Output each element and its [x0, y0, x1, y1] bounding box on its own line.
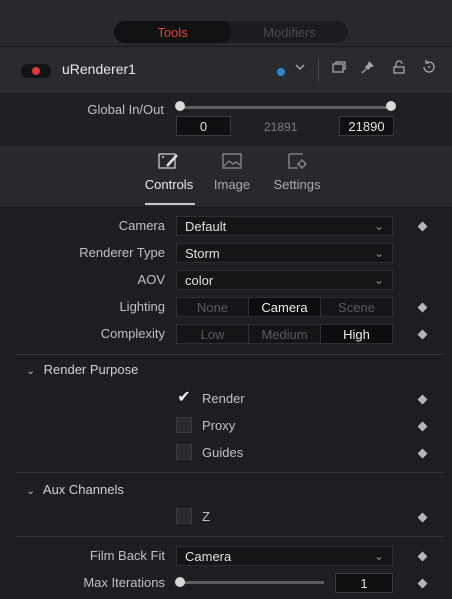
global-range-slider[interactable]: [180, 106, 392, 109]
aov-value: color: [185, 272, 214, 288]
camera-value: Default: [185, 218, 227, 234]
global-in-out-label: Global In/Out: [87, 102, 164, 117]
guides-label: Guides: [202, 445, 244, 460]
active-tab-indicator: [145, 203, 195, 205]
controls-panel: Camera Default ⌄ Renderer Type Storm ⌄ A…: [0, 208, 452, 599]
max-iterations-field[interactable]: 1: [335, 573, 393, 593]
chevron-down-icon: ⌄: [26, 365, 36, 377]
keyframe-diamond-icon[interactable]: [417, 394, 428, 405]
view-tabs: Controls Image Settings: [0, 146, 452, 208]
renderer-type-value: Storm: [185, 245, 220, 261]
tool-tabs: Tools Modifiers: [114, 21, 348, 43]
lighting-option-scene[interactable]: Scene: [321, 298, 392, 316]
section-divider: [16, 472, 444, 473]
reset-icon[interactable]: [419, 59, 439, 78]
aov-label: AOV: [137, 272, 165, 287]
power-toggle-icon[interactable]: [21, 64, 51, 78]
inspector-header: Tools Modifiers: [0, 0, 452, 46]
complexity-option-high[interactable]: High: [321, 325, 392, 343]
guides-checkbox[interactable]: [176, 444, 192, 460]
render-label: Render: [202, 391, 245, 406]
tab-controls[interactable]: Controls: [134, 152, 204, 192]
keyframe-diamond-icon[interactable]: [417, 551, 428, 562]
chevron-down-icon: ⌄: [373, 549, 384, 563]
global-out-field[interactable]: 21890: [339, 116, 394, 136]
keyframe-diamond-icon[interactable]: [417, 221, 428, 232]
titlebar-divider: [318, 60, 319, 82]
keyframe-diamond-icon[interactable]: [417, 578, 428, 589]
lighting-segmented: None Camera Scene: [176, 297, 393, 317]
complexity-label: Complexity: [100, 326, 165, 341]
chevron-down-icon[interactable]: [290, 62, 310, 74]
keyframe-diamond-icon[interactable]: [417, 512, 428, 523]
keyframe-diamond-icon[interactable]: [417, 302, 428, 313]
film-back-fit-label: Film Back Fit: [89, 548, 165, 563]
camera-label: Camera: [118, 218, 165, 233]
keyframe-diamond-icon[interactable]: [417, 329, 428, 340]
renderer-type-dropdown[interactable]: Storm ⌄: [176, 243, 393, 263]
film-back-fit-dropdown[interactable]: Camera ⌄: [176, 546, 393, 566]
camera-dropdown[interactable]: Default ⌄: [176, 216, 393, 236]
tab-controls-label: Controls: [144, 177, 194, 192]
complexity-option-low[interactable]: Low: [177, 325, 249, 343]
section-divider: [16, 354, 444, 355]
max-iterations-label: Max Iterations: [83, 575, 165, 590]
settings-icon: [288, 153, 307, 169]
complexity-segmented: Low Medium High: [176, 324, 393, 344]
tab-image[interactable]: Image: [197, 152, 267, 192]
film-back-fit-value: Camera: [185, 548, 232, 564]
z-label: Z: [202, 509, 210, 524]
section-divider: [16, 536, 444, 537]
global-in-handle[interactable]: [175, 101, 185, 111]
lighting-option-none[interactable]: None: [177, 298, 249, 316]
render-checkbox[interactable]: ✔: [176, 390, 192, 406]
node-name[interactable]: uRenderer1: [62, 61, 136, 77]
renderer-type-label: Renderer Type: [79, 245, 165, 260]
render-purpose-title: Render Purpose: [43, 362, 139, 377]
complexity-option-medium[interactable]: Medium: [249, 325, 321, 343]
proxy-checkbox[interactable]: [176, 417, 192, 433]
tab-settings[interactable]: Settings: [262, 152, 332, 192]
lock-icon[interactable]: [389, 59, 409, 78]
aux-channels-header[interactable]: ⌄ Aux Channels: [26, 482, 124, 497]
lighting-option-camera[interactable]: Camera: [249, 298, 321, 316]
max-iterations-handle[interactable]: [175, 577, 185, 587]
aux-channels-title: Aux Channels: [42, 482, 124, 497]
global-in-field[interactable]: 0: [176, 116, 231, 136]
aov-dropdown[interactable]: color ⌄: [176, 270, 393, 290]
tab-tools[interactable]: Tools: [114, 21, 231, 43]
controls-icon: [158, 153, 178, 169]
versions-icon[interactable]: [329, 59, 349, 78]
lighting-label: Lighting: [119, 299, 165, 314]
chevron-down-icon: ⌄: [373, 219, 384, 233]
node-titlebar: uRenderer1: [0, 46, 452, 94]
render-purpose-header[interactable]: ⌄ Render Purpose: [26, 362, 138, 377]
tab-settings-label: Settings: [273, 177, 321, 192]
global-duration: 21891: [264, 120, 298, 134]
tab-modifiers[interactable]: Modifiers: [231, 21, 348, 43]
tab-image-label: Image: [213, 177, 251, 192]
chevron-down-icon: ⌄: [26, 485, 36, 497]
color-dot-icon[interactable]: [277, 68, 285, 76]
keyframe-diamond-icon[interactable]: [417, 448, 428, 459]
chevron-down-icon: ⌄: [373, 273, 384, 287]
image-icon: [222, 153, 242, 169]
pin-icon[interactable]: [358, 59, 378, 78]
global-in-out-section: Global In/Out 0 21891 21890: [0, 94, 452, 146]
keyframe-diamond-icon[interactable]: [417, 421, 428, 432]
proxy-label: Proxy: [202, 418, 236, 433]
max-iterations-slider[interactable]: [184, 581, 324, 584]
global-out-handle[interactable]: [386, 101, 396, 111]
chevron-down-icon: ⌄: [373, 246, 384, 260]
z-checkbox[interactable]: [176, 508, 192, 524]
